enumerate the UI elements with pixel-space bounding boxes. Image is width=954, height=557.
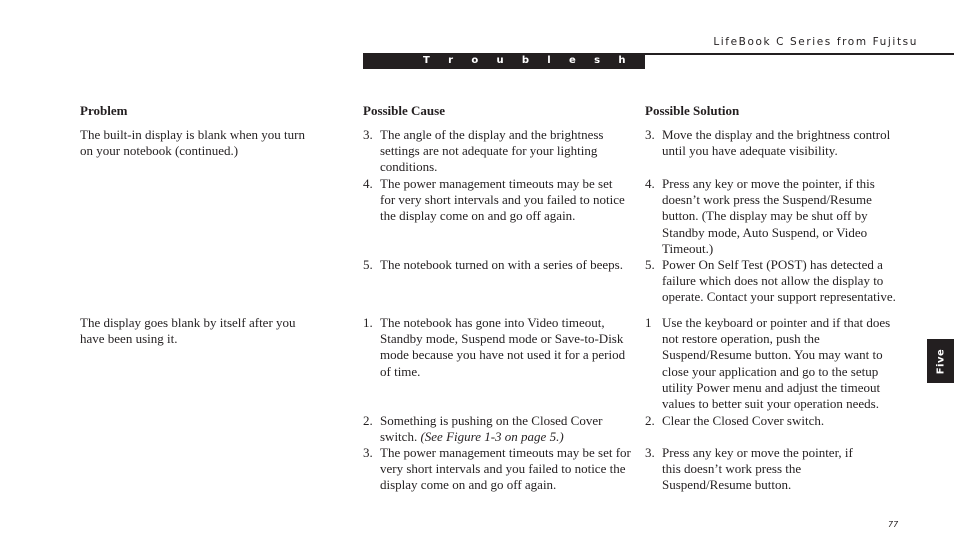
item-number: 3. xyxy=(363,127,373,142)
chapter-tab-label: Five xyxy=(935,348,946,374)
cause-item: 3. The power management timeouts may be … xyxy=(363,445,638,494)
cause-item: 3. The angle of the display and the brig… xyxy=(363,127,638,176)
cause-item: 4. The power management timeouts may be … xyxy=(363,176,638,225)
problem-text: The display goes blank by itself after y… xyxy=(80,315,296,347)
figure-reference: (See Figure 1-3 on page 5.) xyxy=(420,429,564,445)
page-number: 77 xyxy=(888,520,899,529)
item-text: Move the display and the brightness cont… xyxy=(662,127,891,159)
solution-item: 4. Press any key or move the pointer, if… xyxy=(645,176,910,257)
item-number: 4. xyxy=(363,176,373,191)
chapter-tab: Five xyxy=(927,339,954,383)
item-number: 5. xyxy=(363,257,373,272)
item-text-wrap: Something is pushing on the Closed Cover… xyxy=(380,413,605,445)
solution-item: 2. Clear the Closed Cover switch. xyxy=(645,413,910,429)
item-text: Use the keyboard or pointer and if that … xyxy=(662,315,891,412)
column-header-cause: Possible Cause xyxy=(363,103,445,118)
cause-item: 5. The notebook turned on with a series … xyxy=(363,257,638,273)
problem-text: The built-in display is blank when you t… xyxy=(80,127,305,159)
item-number: 2. xyxy=(363,413,373,428)
cause-item: 1. The notebook has gone into Video time… xyxy=(363,315,638,380)
item-number: 4. xyxy=(645,176,655,191)
item-text: Power On Self Test (POST) has detected a… xyxy=(662,257,896,305)
solution-item: 3. Press any key or move the pointer, if… xyxy=(645,445,910,494)
item-number: 3. xyxy=(645,127,655,142)
column-header-solution: Possible Solution xyxy=(645,103,740,118)
item-number: 5. xyxy=(645,257,655,272)
running-header-title: LifeBook C Series from Fujitsu xyxy=(713,36,918,48)
solution-item: 3. Move the display and the brightness c… xyxy=(645,127,910,159)
item-text: Clear the Closed Cover switch. xyxy=(662,413,825,428)
item-number: 2. xyxy=(645,413,655,428)
header-rule xyxy=(645,53,954,55)
item-text: The notebook has gone into Video timeout… xyxy=(380,315,626,379)
solution-item: 1 Use the keyboard or pointer and if tha… xyxy=(645,315,910,412)
solution-item: 5. Power On Self Test (POST) has detecte… xyxy=(645,257,910,306)
item-text: The notebook turned on with a series of … xyxy=(380,257,623,272)
item-text: The angle of the display and the brightn… xyxy=(380,127,604,175)
item-number: 1 xyxy=(645,315,652,330)
item-text: The power management timeouts may be set… xyxy=(380,176,625,224)
column-header-problem: Problem xyxy=(80,103,128,118)
item-text: The power management timeouts may be set… xyxy=(380,445,631,493)
cause-item: 2. Something is pushing on the Closed Co… xyxy=(363,413,638,445)
item-text: Press any key or move the pointer, if th… xyxy=(662,176,875,256)
section-title-bar: T r o u b l e s h o o t i n g xyxy=(363,53,645,81)
item-number: 1. xyxy=(363,315,373,330)
item-number: 3. xyxy=(363,445,373,460)
item-text: Press any key or move the pointer, if th… xyxy=(662,445,853,493)
item-number: 3. xyxy=(645,445,655,460)
